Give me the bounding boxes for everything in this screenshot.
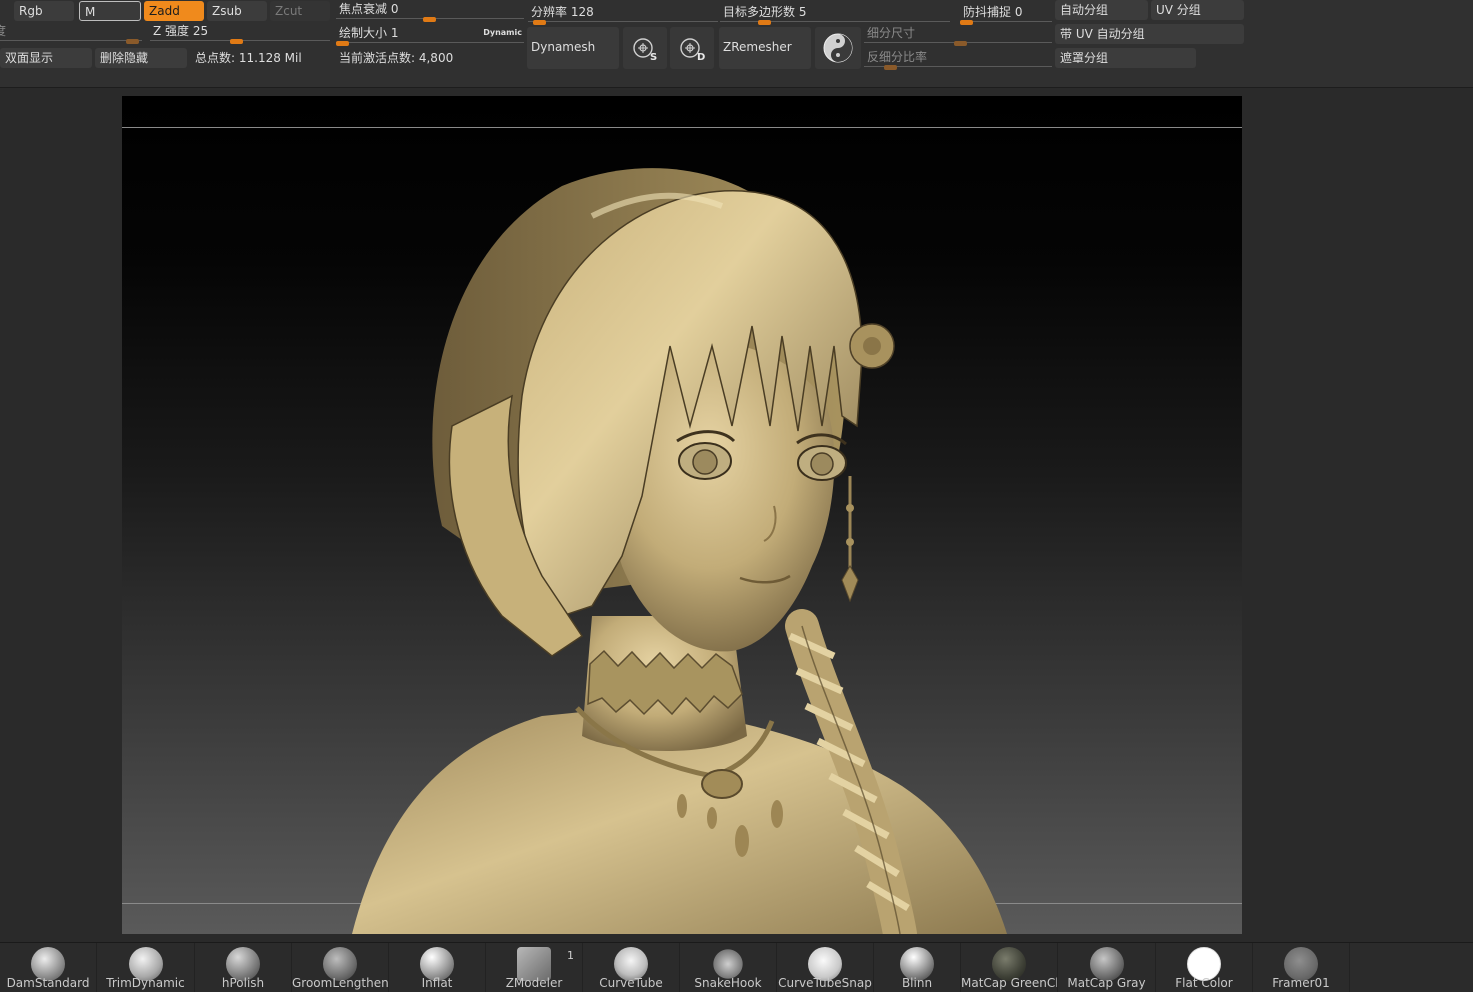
tray-item-label: Framer01	[1272, 976, 1330, 990]
tray-item-label: GroomLengthen	[292, 976, 388, 990]
tray-item-label: SnakeHook	[694, 976, 762, 990]
mask-group-button[interactable]: 遮罩分组	[1055, 48, 1196, 68]
auto-group-button[interactable]: 自动分组	[1055, 0, 1148, 20]
double-sided-button[interactable]: 双面显示	[0, 48, 92, 68]
tray-item-groomlengthen[interactable]: GroomLengthen	[292, 943, 389, 992]
model-hair-flower	[849, 323, 895, 369]
draw-size-label: 绘制大小 1	[339, 26, 399, 40]
tray-item-curvetubesnap[interactable]: CurveTubeSnap	[777, 943, 874, 992]
sculpt-model	[352, 168, 1007, 934]
active-points-readout: 当前激活点数: 4,800	[339, 51, 454, 65]
tray-item-blinn[interactable]: Blinn	[874, 943, 961, 992]
resolution-label: 分辨率 128	[531, 5, 594, 19]
stabilize-label: 防抖捕捉 0	[963, 5, 1023, 19]
stabilize-slider[interactable]: 防抖捕捉 0	[960, 3, 1052, 25]
dynamic-toggle[interactable]: Dynamic	[483, 28, 522, 37]
subdivision-size-slider[interactable]: 细分尺寸	[864, 24, 1052, 46]
model-earring	[841, 476, 859, 603]
target-polygons-slider[interactable]: 目标多边形数 5	[720, 3, 950, 25]
tray-item-label: TrimDynamic	[106, 976, 185, 990]
dynamesh-s-button[interactable]: S	[623, 27, 667, 69]
tray-item-label: Inflat	[421, 976, 453, 990]
dynamesh-button[interactable]: Dynamesh	[527, 27, 619, 69]
total-points-readout: 总点数: 11.128 Mil	[195, 51, 302, 65]
svg-text:D: D	[697, 52, 705, 63]
tray-item-label: MatCap GreenCl	[961, 976, 1057, 990]
tray-item-label: Flat Color	[1175, 976, 1233, 990]
anti-subdivision-ratio-label: 反细分比率	[867, 50, 928, 64]
uv-group-button[interactable]: UV 分组	[1151, 0, 1244, 20]
tray-item-badge: 1	[567, 949, 574, 962]
tray-item-label: CurveTube	[599, 976, 663, 990]
tray-item-hpolish[interactable]: hPolish	[195, 943, 292, 992]
cut-label: 度	[0, 24, 7, 38]
tray-item-snakehook[interactable]: SnakeHook	[680, 943, 777, 992]
svg-text:S: S	[650, 52, 657, 63]
draw-size-slider[interactable]: 绘制大小 1 Dynamic	[336, 24, 524, 46]
tray-item-damstandard[interactable]: DamStandard	[0, 943, 97, 992]
focal-shift-label: 焦点衰减 0	[339, 2, 399, 16]
zadd-button[interactable]: Zadd	[144, 1, 204, 21]
tray-item-label: CurveTubeSnap	[778, 976, 872, 990]
m-button[interactable]: M	[79, 1, 141, 21]
tray-item-flat-color[interactable]: Flat Color	[1156, 943, 1253, 992]
zremesher-button[interactable]: ZRemesher	[719, 27, 811, 69]
subdivision-size-label: 细分尺寸	[867, 26, 916, 40]
tray-item-trimdynamic[interactable]: TrimDynamic	[97, 943, 195, 992]
yin-yang-icon	[823, 33, 853, 63]
top-toolbar: Rgb M Zadd Zsub Zcut 度 Z 强度 25 双面显示 删除隐藏…	[0, 0, 1473, 88]
zsub-button[interactable]: Zsub	[207, 1, 267, 21]
tray-item-label: DamStandard	[6, 976, 90, 990]
tray-item-label: ZModeler	[505, 976, 563, 990]
rgb-button[interactable]: Rgb	[14, 1, 74, 21]
anti-subdivision-ratio-slider[interactable]: 反细分比率	[864, 48, 1052, 70]
zremesher-guides-button[interactable]	[815, 27, 861, 69]
tray-item-framer01[interactable]: Framer01	[1253, 943, 1350, 992]
dynamesh-d-button[interactable]: D	[670, 27, 714, 69]
tray-item-matcap-gray[interactable]: MatCap Gray	[1058, 943, 1156, 992]
sphere-s-icon: S	[633, 38, 657, 63]
z-intensity-label: Z 强度 25	[153, 24, 209, 38]
tray-item-label: hPolish	[221, 976, 265, 990]
tray-item-inflat[interactable]: Inflat	[389, 943, 486, 992]
target-polygons-label: 目标多边形数 5	[723, 5, 807, 19]
delete-hidden-button[interactable]: 删除隐藏	[95, 48, 187, 68]
rgb-intensity-slider[interactable]: 度	[0, 22, 142, 44]
tray-item-curvetube[interactable]: CurveTube	[583, 943, 680, 992]
tray-item-matcap-greencl[interactable]: MatCap GreenCl	[961, 943, 1058, 992]
tray-item-label: Blinn	[901, 976, 933, 990]
sphere-d-icon: D	[680, 38, 705, 63]
tray-item-label: MatCap Gray	[1067, 976, 1146, 990]
focal-shift-slider[interactable]: 焦点衰减 0	[336, 0, 524, 22]
auto-group-with-uv-button[interactable]: 带 UV 自动分组	[1055, 24, 1244, 44]
brush-material-tray: DamStandard TrimDynamic hPolish GroomLength…	[0, 942, 1473, 992]
viewport-canvas[interactable]	[122, 96, 1242, 934]
resolution-slider[interactable]: 分辨率 128	[528, 3, 718, 25]
z-intensity-slider[interactable]: Z 强度 25	[150, 22, 330, 44]
tray-item-zmodeler[interactable]: ZModeler 1	[486, 943, 583, 992]
zcut-button[interactable]: Zcut	[270, 1, 330, 21]
